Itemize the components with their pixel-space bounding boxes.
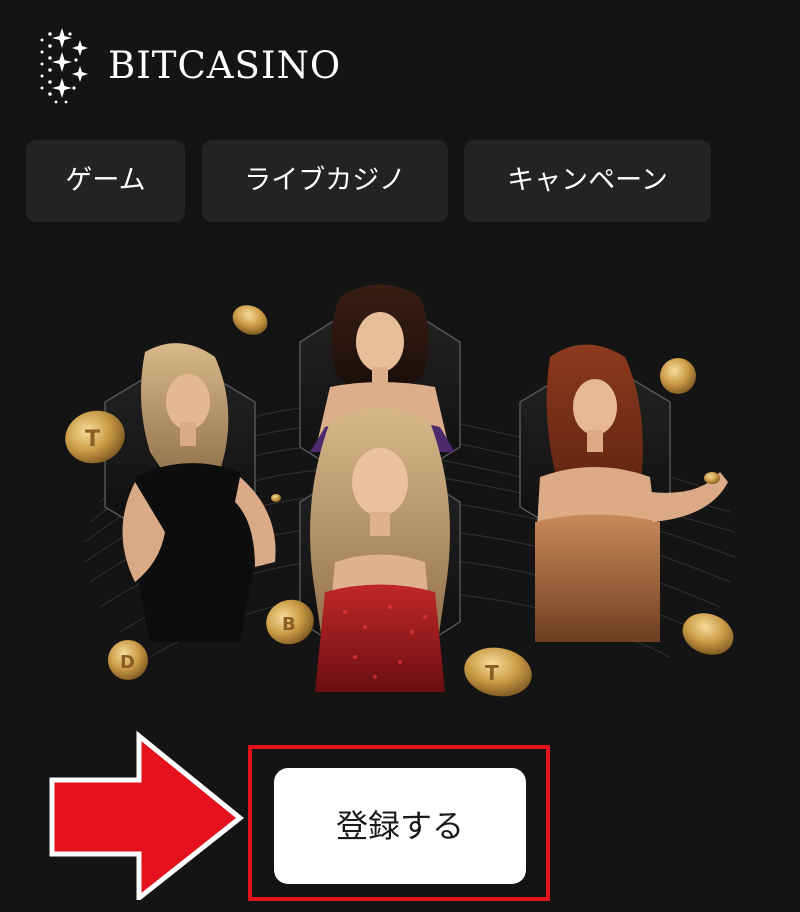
site-header: BITCASINO	[0, 0, 800, 130]
nav-campaign-button[interactable]: キャンペーン	[464, 140, 711, 222]
svg-text:T: T	[85, 427, 100, 452]
red-arrow-right-icon	[49, 730, 244, 900]
brand-name: BITCASINO	[108, 44, 342, 87]
register-button[interactable]: 登録する	[274, 768, 526, 884]
nav-live-casino-button[interactable]: ライブカジノ	[202, 140, 448, 222]
svg-text:T: T	[485, 661, 499, 685]
nav-games-button[interactable]: ゲーム	[26, 140, 185, 222]
svg-text:B: B	[282, 614, 296, 635]
hero-dealers-image: T D B T	[65, 284, 736, 697]
svg-text:D: D	[120, 652, 135, 673]
bitcasino-logo-icon[interactable]	[36, 26, 92, 106]
